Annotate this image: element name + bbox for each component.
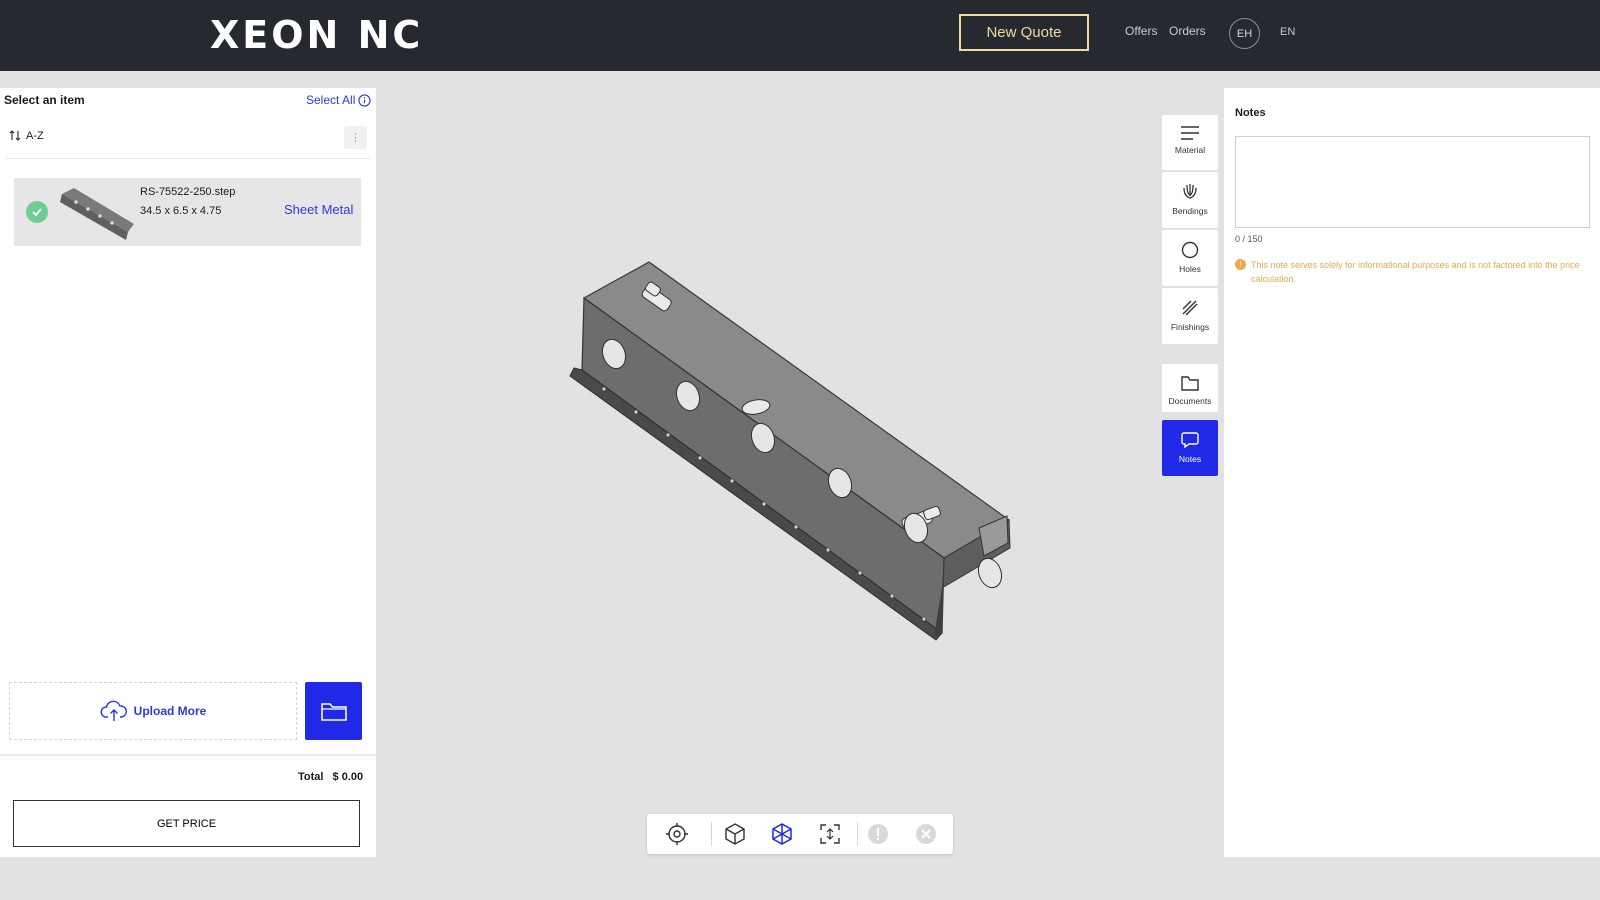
new-quote-button[interactable]: New Quote — [959, 14, 1089, 51]
close-icon[interactable] — [913, 821, 939, 847]
get-price-button[interactable]: GET PRICE — [13, 800, 360, 847]
cube-views-icon[interactable] — [722, 821, 748, 847]
top-header: XEON NC New Quote Offers Orders EH EN — [0, 0, 1600, 71]
more-options-button[interactable]: ⋮ — [344, 126, 367, 149]
list-item[interactable]: RS-75522-250.step 34.5 x 6.5 x 4.75 Shee… — [14, 178, 361, 246]
item-dimensions: 34.5 x 6.5 x 4.75 — [140, 205, 222, 217]
bendings-icon — [1183, 184, 1197, 199]
notes-char-counter: 0 / 150 — [1235, 234, 1263, 244]
nav-orders[interactable]: Orders — [1169, 24, 1206, 38]
panel-title: Select an item — [4, 93, 85, 107]
finishings-icon — [1182, 300, 1198, 316]
sidebar-item-label: Notes — [1178, 454, 1202, 464]
warning-icon[interactable] — [865, 821, 891, 847]
browse-folder-button[interactable] — [305, 682, 362, 740]
sidebar-item-label: Documents — [1168, 396, 1212, 406]
item-type[interactable]: Sheet Metal — [284, 202, 353, 217]
divider — [711, 822, 712, 846]
brand-logo[interactable]: XEON NC — [210, 13, 423, 57]
select-all-link[interactable]: Select All — [306, 93, 355, 107]
notes-textarea[interactable] — [1235, 136, 1590, 228]
sort-icon — [9, 130, 21, 141]
sidebar-item-notes[interactable]: Notes — [1162, 420, 1218, 476]
divider — [857, 822, 858, 846]
check-icon[interactable] — [26, 201, 48, 223]
upload-more-label: Upload More — [133, 704, 207, 718]
total-label: Total — [298, 771, 324, 783]
divider — [6, 158, 370, 159]
sheet-metal-model[interactable] — [474, 258, 1034, 648]
sidebar-item-holes[interactable]: Holes — [1162, 230, 1218, 286]
divider — [0, 754, 376, 756]
viewer-toolbar — [647, 814, 953, 854]
info-icon[interactable] — [358, 94, 371, 107]
items-panel: Select an item Select All A-Z ⋮ RS-75522… — [0, 88, 376, 857]
wireframe-icon[interactable] — [769, 821, 795, 847]
sidebar-item-label: Bendings — [1172, 206, 1208, 216]
upload-more-button[interactable]: Upload More — [9, 682, 297, 740]
notes-warning-text: This note serves solely for informationa… — [1251, 260, 1580, 284]
nav-offers[interactable]: Offers — [1125, 24, 1157, 38]
sidebar-item-bendings[interactable]: Bendings — [1162, 172, 1218, 228]
model-viewer[interactable] — [376, 88, 1223, 857]
sidebar-item-documents[interactable]: Documents — [1162, 364, 1218, 412]
sort-toggle[interactable]: A-Z — [9, 129, 44, 142]
notes-panel: Notes 0 / 150 ! This note serves solely … — [1224, 88, 1600, 857]
material-icon — [1181, 126, 1199, 140]
sort-label: A-Z — [26, 129, 44, 142]
chat-icon — [1181, 432, 1199, 449]
part-thumbnail — [60, 188, 134, 240]
sidebar-item-label: Material — [1174, 145, 1206, 155]
sidebar-item-finishings[interactable]: Finishings — [1162, 288, 1218, 344]
sidebar-item-material[interactable]: Material — [1162, 115, 1218, 170]
sidebar-item-label: Holes — [1179, 264, 1201, 274]
notes-warning: ! This note serves solely for informatio… — [1235, 258, 1590, 286]
folder-icon — [1181, 376, 1199, 391]
item-filename: RS-75522-250.step — [140, 186, 236, 198]
warning-icon: ! — [1235, 259, 1246, 270]
notes-title: Notes — [1235, 107, 1266, 119]
upload-cloud-icon — [100, 700, 127, 721]
total-summary: Total $ 0.00 — [298, 771, 363, 783]
user-avatar[interactable]: EH — [1229, 18, 1260, 49]
fit-view-icon[interactable] — [817, 821, 843, 847]
sidebar-item-label: Finishings — [1170, 322, 1210, 332]
target-icon[interactable] — [664, 821, 690, 847]
language-selector[interactable]: EN — [1280, 26, 1295, 38]
folder-icon — [320, 703, 347, 721]
holes-icon — [1181, 241, 1199, 259]
total-value: $ 0.00 — [332, 771, 364, 783]
